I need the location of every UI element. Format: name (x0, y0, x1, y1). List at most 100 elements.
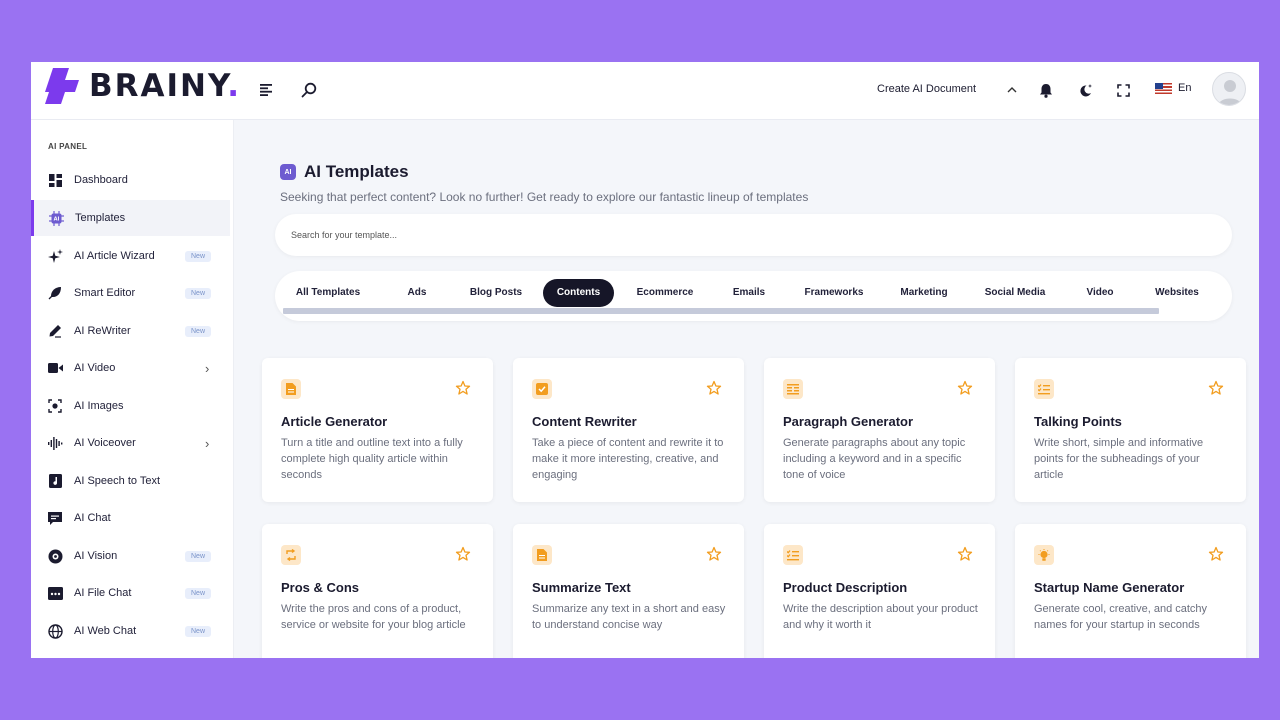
brainy-logo-icon (43, 66, 83, 106)
align-icon (783, 379, 803, 399)
new-badge: New (185, 587, 212, 599)
sidebar-item-label: Dashboard (74, 174, 128, 186)
file-chat-icon (47, 585, 63, 601)
card-description: Generate paragraphs about any topic incl… (783, 437, 966, 481)
feather-icon (47, 285, 63, 301)
sidebar-item-label: AI Web Chat (74, 625, 137, 637)
new-badge: New (185, 325, 212, 337)
card-title: Article Generator (281, 414, 388, 429)
sidebar-item-templates[interactable]: AI Templates (31, 200, 230, 236)
sidebar-item-ai-voiceover[interactable]: AI Voiceover › (31, 425, 230, 461)
new-badge: New (185, 250, 212, 262)
sidebar-item-label: AI Chat (74, 512, 111, 524)
card-title: Talking Points (1034, 414, 1122, 429)
card-title: Pros & Cons (281, 580, 360, 595)
star-icon[interactable] (455, 546, 471, 562)
star-icon[interactable] (706, 380, 722, 396)
sidebar-item-dashboard[interactable]: Dashboard (31, 162, 230, 198)
template-card-talking-points[interactable]: Talking Points Write short, simple and i… (1015, 358, 1246, 502)
sidebar-item-ai-video[interactable]: AI Video › (31, 350, 230, 386)
tab-marketing[interactable]: Marketing (891, 279, 957, 307)
star-icon[interactable] (1208, 380, 1224, 396)
template-card-summarize-text[interactable]: Summarize Text Summarize any text in a s… (513, 524, 744, 658)
template-card-product-description[interactable]: Product Description Write the descriptio… (764, 524, 995, 658)
tab-ads[interactable]: Ads (395, 279, 439, 307)
page-subtitle: Seeking that perfect content? Look no fu… (280, 190, 809, 204)
tab-blog-posts[interactable]: Blog Posts (461, 279, 531, 307)
page-title: AI Templates (304, 162, 409, 181)
tab-video[interactable]: Video (1075, 279, 1125, 307)
sidebar-item-ai-vision[interactable]: AI Vision New (31, 538, 230, 574)
ai-panel-label: AI PANEL (48, 142, 88, 151)
svg-text:AI: AI (53, 216, 59, 222)
star-icon[interactable] (957, 380, 973, 396)
chevron-right-icon: › (205, 435, 210, 451)
template-search-input[interactable] (275, 214, 1232, 256)
card-description: Write the pros and cons of a product, se… (281, 603, 466, 631)
star-icon[interactable] (706, 546, 722, 562)
video-icon (47, 360, 63, 376)
sidebar-item-ai-chat[interactable]: AI Chat (31, 500, 230, 536)
sidebar-item-label: AI File Chat (74, 587, 132, 599)
language-label: En (1178, 82, 1192, 94)
tab-ecommerce[interactable]: Ecommerce (629, 279, 701, 307)
swap-icon (281, 545, 301, 565)
tabs-scrollbar[interactable] (283, 308, 1159, 314)
page-title-row: AI AI Templates (280, 162, 409, 182)
chevron-up-icon[interactable] (1002, 80, 1022, 100)
tab-social-media[interactable]: Social Media (977, 279, 1053, 307)
template-card-paragraph-generator[interactable]: Paragraph Generator Generate paragraphs … (764, 358, 995, 502)
sidebar-item-smart-editor[interactable]: Smart Editor New (31, 275, 230, 311)
new-badge: New (185, 625, 212, 637)
sidebar-item-label: AI ReWriter (74, 325, 131, 337)
sidebar-item-label: AI Voiceover (74, 437, 136, 449)
search-icon[interactable] (299, 80, 319, 100)
dark-mode-icon[interactable] (1075, 80, 1095, 100)
sidebar-item-label: Templates (75, 212, 126, 224)
card-description: Write the description about your product… (783, 603, 978, 631)
star-icon[interactable] (957, 546, 973, 562)
card-title: Startup Name Generator (1034, 580, 1185, 595)
create-ai-document-button[interactable]: Create AI Document (877, 83, 976, 95)
sidebar-item-ai-rewriter[interactable]: AI ReWriter New (31, 313, 230, 349)
card-title: Summarize Text (532, 580, 631, 595)
bell-icon[interactable] (1036, 80, 1056, 100)
card-title: Content Rewriter (532, 414, 637, 429)
sidebar-item-label: Smart Editor (74, 287, 136, 299)
sidebar-item-label: AI Article Wizard (74, 250, 155, 262)
template-card-pros-cons[interactable]: Pros & Cons Write the pros and cons of a… (262, 524, 493, 658)
sidebar-item-ai-article-wizard[interactable]: AI Article Wizard New (31, 238, 230, 274)
language-selector[interactable]: En (1155, 82, 1191, 94)
menu-icon[interactable] (257, 80, 277, 100)
sidebar-item-ai-speech-to-text[interactable]: AI Speech to Text (31, 463, 230, 499)
chat-icon (47, 510, 63, 526)
waveform-icon (47, 435, 63, 451)
template-card-content-rewriter[interactable]: Content Rewriter Take a piece of content… (513, 358, 744, 502)
user-avatar[interactable] (1212, 72, 1246, 106)
tab-contents[interactable]: Contents (543, 279, 614, 307)
fullscreen-icon[interactable] (1113, 80, 1133, 100)
music-file-icon (47, 473, 63, 489)
pen-icon (47, 323, 63, 339)
tab-all-templates[interactable]: All Templates (287, 279, 369, 307)
chevron-right-icon: › (205, 360, 210, 376)
bulb-icon (1034, 545, 1054, 565)
tab-frameworks[interactable]: Frameworks (797, 279, 871, 307)
tab-websites[interactable]: Websites (1147, 279, 1207, 307)
sidebar-item-ai-images[interactable]: AI Images (31, 388, 230, 424)
category-tabs: All Templates Ads Blog Posts Contents Ec… (275, 271, 1232, 321)
sidebar-item-ai-web-chat[interactable]: AI Web Chat New (31, 613, 230, 649)
star-icon[interactable] (1208, 546, 1224, 562)
tab-emails[interactable]: Emails (723, 279, 775, 307)
sidebar-item-ai-file-chat[interactable]: AI File Chat New (31, 575, 230, 611)
card-description: Take a piece of content and rewrite it t… (532, 437, 724, 481)
brand-logo[interactable]: BRAINY. (43, 66, 241, 106)
sidebar-item-label: AI Images (74, 400, 124, 412)
vision-icon (47, 548, 63, 564)
ai-chip-icon: AI (280, 164, 296, 180)
star-icon[interactable] (455, 380, 471, 396)
template-card-article-generator[interactable]: Article Generator Turn a title and outli… (262, 358, 493, 502)
card-description: Turn a title and outline text into a ful… (281, 437, 463, 481)
checklist-icon (1034, 379, 1054, 399)
template-card-startup-name-generator[interactable]: Startup Name Generator Generate cool, cr… (1015, 524, 1246, 658)
